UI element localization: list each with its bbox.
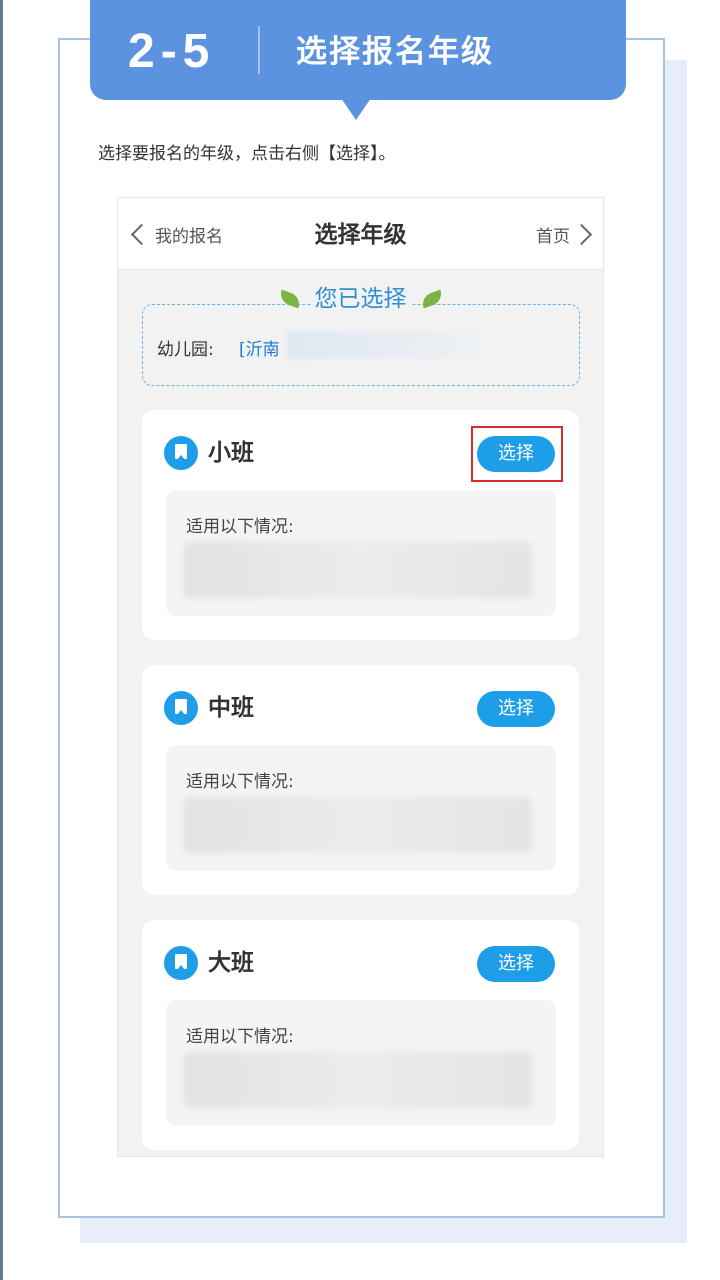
grade-name: 大班: [208, 950, 254, 976]
grade-card-large: 大班 选择 适用以下情况:: [142, 920, 579, 1150]
select-button[interactable]: 选择: [477, 691, 555, 727]
grade-name: 中班: [208, 695, 254, 721]
leaf-icon: [277, 289, 302, 309]
step-number: 2-5: [128, 25, 216, 78]
nav-bar: 我的报名 选择年级 首页: [118, 198, 603, 270]
kindergarten-label: 幼儿园:: [157, 340, 214, 360]
left-rule: [0, 0, 3, 1280]
condition-label: 适用以下情况:: [186, 772, 294, 792]
step-title: 选择报名年级: [296, 34, 494, 70]
grade-card-middle: 中班 选择 适用以下情况:: [142, 665, 579, 895]
banner-divider: [258, 26, 260, 74]
selected-header: 您已选择: [118, 282, 603, 316]
page-title: 选择年级: [314, 222, 407, 248]
bookmark-icon: [164, 691, 198, 725]
selected-title: 您已选择: [310, 282, 411, 316]
redacted-text: [184, 1052, 532, 1108]
redacted-text: [184, 542, 532, 598]
home-label: 首页: [536, 226, 570, 247]
condition-box: 适用以下情况:: [166, 1000, 556, 1126]
bookmark-icon: [164, 436, 198, 470]
instruction-text: 选择要报名的年级，点击右侧【选择】。: [98, 144, 396, 164]
leaf-icon: [419, 289, 444, 309]
home-button[interactable]: 首页: [536, 216, 597, 252]
grade-name: 小班: [208, 440, 254, 466]
grade-card-small: 小班 选择 适用以下情况:: [142, 410, 579, 640]
redacted-text: [287, 331, 479, 359]
highlight-frame: [471, 426, 563, 482]
phone-screenshot: 我的报名 选择年级 首页 幼儿园: [沂南 您已选择 小班 选择 适用以下情况:…: [117, 197, 604, 1157]
chevron-right-icon: [570, 223, 593, 245]
selected-info-box: 幼儿园: [沂南: [142, 304, 580, 386]
kindergarten-value: [沂南: [239, 340, 280, 360]
condition-box: 适用以下情况:: [166, 745, 556, 871]
condition-label: 适用以下情况:: [186, 517, 294, 537]
banner-pointer: [341, 98, 371, 120]
redacted-text: [184, 797, 532, 853]
condition-box: 适用以下情况:: [166, 490, 556, 616]
condition-label: 适用以下情况:: [186, 1027, 294, 1047]
select-button[interactable]: 选择: [477, 946, 555, 982]
bookmark-icon: [164, 946, 198, 980]
